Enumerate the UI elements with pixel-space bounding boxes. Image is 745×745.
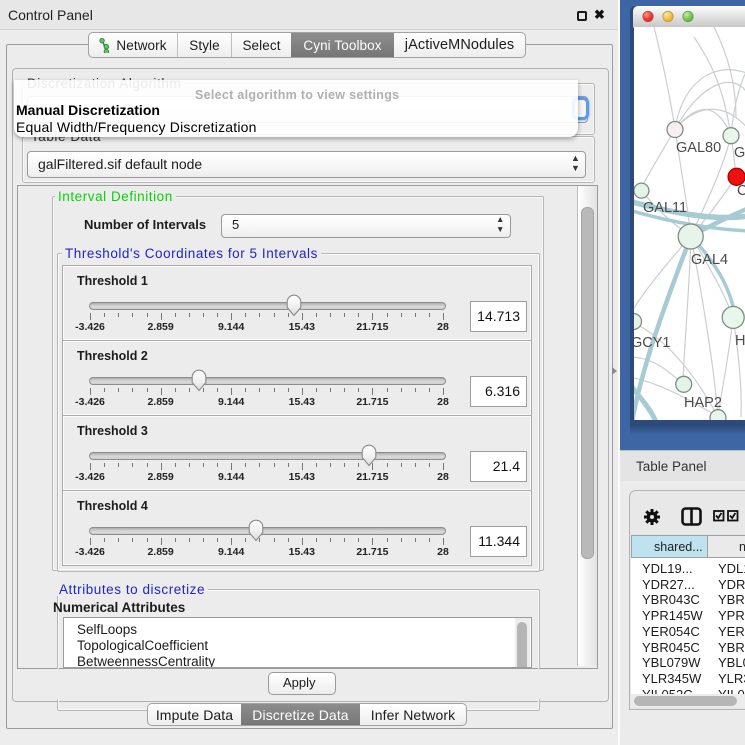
svg-text:GAL80: GAL80 [676,140,721,156]
svg-text:C: C [737,183,745,199]
svg-text:GCY1: GCY1 [634,335,671,351]
svg-text:G: G [734,145,745,161]
svg-text:H: H [735,333,745,349]
svg-text:HAP2: HAP2 [684,395,722,411]
svg-text:GAL4: GAL4 [691,252,728,268]
svg-text:GAL11: GAL11 [643,200,687,216]
